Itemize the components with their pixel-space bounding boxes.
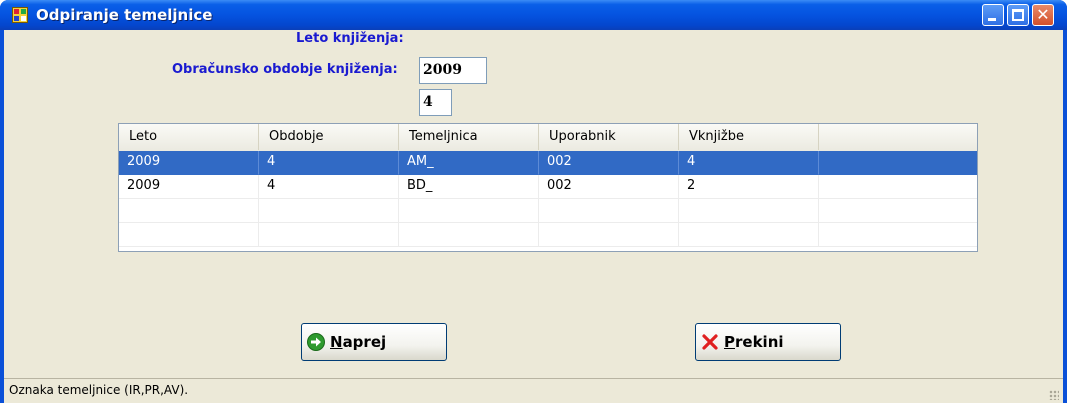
cell-uporabnik: 002 bbox=[539, 151, 679, 175]
cell-uporabnik: 002 bbox=[539, 175, 679, 199]
minimize-button[interactable] bbox=[982, 4, 1004, 26]
cell-leto: 2009 bbox=[119, 175, 259, 199]
cell-filler bbox=[819, 223, 977, 247]
column-header-uporabnik[interactable]: Uporabnik bbox=[539, 124, 679, 150]
cell-leto: 2009 bbox=[119, 151, 259, 175]
column-header-filler bbox=[819, 124, 977, 150]
cell-obdobje: 4 bbox=[259, 151, 399, 175]
maximize-button[interactable] bbox=[1007, 4, 1029, 26]
cell-filler bbox=[819, 199, 977, 223]
app-icon[interactable] bbox=[12, 7, 28, 23]
column-header-vknjizbe[interactable]: Vknjižbe bbox=[679, 124, 819, 150]
close-icon: ✕ bbox=[1036, 5, 1050, 24]
minimize-icon bbox=[988, 18, 996, 21]
cell-vknjizbe bbox=[679, 199, 819, 223]
cell-uporabnik bbox=[539, 199, 679, 223]
cell-uporabnik bbox=[539, 223, 679, 247]
cell-filler bbox=[819, 151, 977, 175]
table-row[interactable]: 2009 4 AM_ 002 4 bbox=[119, 151, 977, 175]
cell-leto bbox=[119, 223, 259, 247]
cell-temeljnica: BD_ bbox=[399, 175, 539, 199]
cell-vknjizbe: 2 bbox=[679, 175, 819, 199]
cell-leto bbox=[119, 199, 259, 223]
journal-grid[interactable]: Leto Obdobje Temeljnica Uporabnik Vknjiž… bbox=[118, 123, 978, 252]
title-bar[interactable]: Odpiranje temeljnice ✕ bbox=[0, 0, 1067, 30]
close-button[interactable]: ✕ bbox=[1032, 4, 1054, 26]
year-label: Leto knjiženja: bbox=[296, 31, 404, 46]
resize-grip-icon[interactable] bbox=[1049, 390, 1059, 400]
column-header-temeljnica[interactable]: Temeljnica bbox=[399, 124, 539, 150]
red-x-icon bbox=[702, 334, 718, 350]
column-header-obdobje[interactable]: Obdobje bbox=[259, 124, 399, 150]
column-header-leto[interactable]: Leto bbox=[119, 124, 259, 150]
cancel-button[interactable]: Prekini bbox=[695, 323, 841, 361]
period-field[interactable]: 4 bbox=[419, 89, 452, 116]
cell-obdobje bbox=[259, 223, 399, 247]
cell-filler bbox=[819, 175, 977, 199]
next-button-label: Naprej bbox=[330, 333, 387, 351]
cell-temeljnica: AM_ bbox=[399, 151, 539, 175]
cell-vknjizbe bbox=[679, 223, 819, 247]
table-row[interactable] bbox=[119, 223, 977, 247]
year-field[interactable]: 2009 bbox=[419, 57, 487, 84]
cell-obdobje bbox=[259, 199, 399, 223]
status-text: Oznaka temeljnice (IR,PR,AV). bbox=[9, 383, 189, 397]
window-title: Odpiranje temeljnice bbox=[36, 6, 213, 24]
cell-temeljnica bbox=[399, 223, 539, 247]
arrow-right-icon bbox=[307, 333, 325, 351]
cancel-button-label: Prekini bbox=[724, 333, 784, 351]
maximize-icon bbox=[1012, 9, 1024, 21]
table-row[interactable] bbox=[119, 199, 977, 223]
table-row[interactable]: 2009 4 BD_ 002 2 bbox=[119, 175, 977, 199]
period-label: Obračunsko obdobje knjiženja: bbox=[172, 62, 398, 77]
cell-obdobje: 4 bbox=[259, 175, 399, 199]
status-bar: Oznaka temeljnice (IR,PR,AV). bbox=[4, 378, 1063, 403]
grid-header: Leto Obdobje Temeljnica Uporabnik Vknjiž… bbox=[119, 124, 977, 152]
cell-temeljnica bbox=[399, 199, 539, 223]
next-button[interactable]: Naprej bbox=[301, 323, 447, 361]
cell-vknjizbe: 4 bbox=[679, 151, 819, 175]
